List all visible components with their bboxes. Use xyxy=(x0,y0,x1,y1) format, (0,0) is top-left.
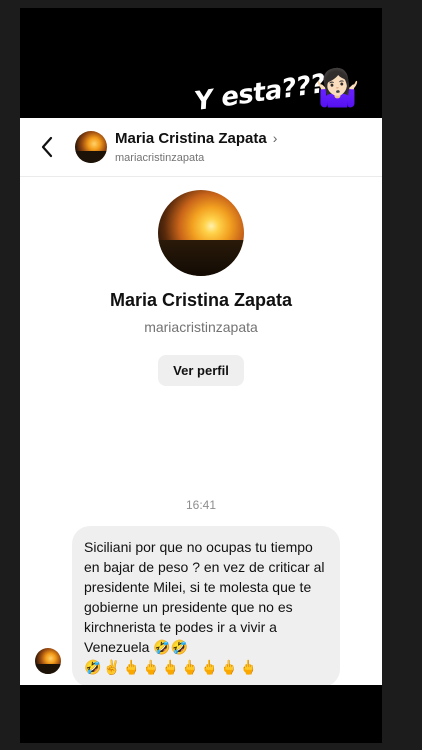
sender-avatar[interactable] xyxy=(35,648,61,674)
profile-avatar[interactable] xyxy=(158,190,244,276)
story-frame: Y esta??? 🤷🏻‍♀️ Maria Cristina Zapata › m… xyxy=(20,8,382,743)
dm-screenshot: Maria Cristina Zapata › mariacristinzapat… xyxy=(20,118,382,685)
message-emojis: 🤣✌️🖕🖕🖕🖕🖕🖕🖕 xyxy=(84,659,259,675)
header-username: mariacristinzapata xyxy=(115,152,205,164)
profile-name: Maria Cristina Zapata xyxy=(109,290,293,310)
shrug-emoji-sticker: 🤷🏻‍♀️ xyxy=(315,67,360,108)
header-name: Maria Cristina Zapata xyxy=(115,130,267,147)
profile-username: mariacristinzapata xyxy=(144,319,258,335)
header-avatar[interactable] xyxy=(75,131,107,163)
chevron-left-icon xyxy=(41,136,53,158)
header-name-link[interactable]: Maria Cristina Zapata › xyxy=(115,130,277,147)
message-timestamp: 16:41 xyxy=(185,498,217,512)
view-profile-button[interactable]: Ver perfil xyxy=(158,355,244,386)
chat-header: Maria Cristina Zapata › mariacristinzapat… xyxy=(20,118,382,177)
message-text: Siciliani por que no ocupas tu tiempo en… xyxy=(84,539,325,655)
back-button[interactable] xyxy=(34,132,60,162)
message-bubble[interactable]: Siciliani por que no ocupas tu tiempo en… xyxy=(72,526,340,685)
chevron-right-icon: › xyxy=(272,130,278,146)
story-caption: Y esta??? xyxy=(192,68,328,118)
profile-section: Maria Cristina Zapata mariacristinzapata… xyxy=(20,190,382,386)
